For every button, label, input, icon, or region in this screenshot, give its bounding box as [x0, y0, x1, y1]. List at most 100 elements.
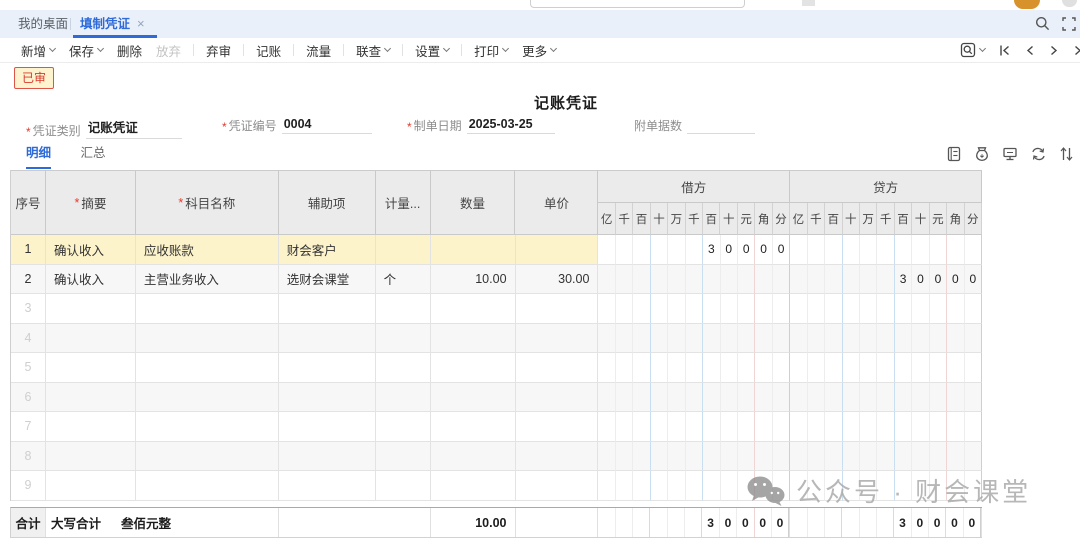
digit-cell[interactable]: 0	[721, 235, 738, 265]
toolbar-item[interactable]: 更多	[522, 41, 556, 60]
digit-cell[interactable]	[773, 442, 790, 472]
toolbar-item[interactable]: 联查	[356, 41, 390, 60]
digit-cell[interactable]	[860, 442, 877, 472]
digit-cell[interactable]	[912, 412, 929, 442]
digit-cell[interactable]	[843, 294, 860, 324]
digit-cell[interactable]	[668, 324, 685, 354]
digit-cell[interactable]	[947, 383, 964, 413]
cell-no[interactable]: 5	[11, 353, 46, 383]
cell-account[interactable]	[136, 412, 279, 442]
cell-unit[interactable]	[376, 294, 431, 324]
digit-cell[interactable]	[947, 353, 964, 383]
cell-price[interactable]	[516, 471, 599, 501]
digit-cell[interactable]	[947, 294, 964, 324]
top-search-box[interactable]	[530, 0, 745, 8]
digit-cell[interactable]	[738, 294, 755, 324]
digit-cell[interactable]	[808, 508, 825, 537]
cell-unit[interactable]	[376, 442, 431, 472]
digit-cell[interactable]	[825, 508, 842, 537]
digit-cell[interactable]	[895, 235, 912, 265]
digit-cell[interactable]	[686, 324, 703, 354]
zoom-tool-button[interactable]	[960, 42, 985, 58]
digit-cell[interactable]	[790, 508, 807, 537]
cell-price[interactable]	[516, 324, 599, 354]
digit-cell[interactable]	[668, 294, 685, 324]
digit-cell[interactable]: 0	[946, 508, 963, 537]
cell-qty[interactable]	[431, 353, 516, 383]
digit-cell[interactable]	[598, 294, 615, 324]
digit-cell[interactable]	[721, 294, 738, 324]
digit-cell[interactable]	[808, 471, 825, 501]
cell-summary[interactable]	[46, 324, 136, 354]
cell-unit[interactable]	[376, 324, 431, 354]
digit-cell[interactable]	[843, 383, 860, 413]
cell-price[interactable]	[516, 235, 599, 265]
voucher-number-input[interactable]: 0004	[282, 117, 372, 134]
close-icon[interactable]: ×	[137, 16, 145, 31]
digit-cell[interactable]	[773, 294, 790, 324]
cell-summary[interactable]	[46, 471, 136, 501]
digit-cell[interactable]: 0	[930, 265, 947, 295]
monitor-icon[interactable]	[1002, 146, 1018, 162]
digit-cell[interactable]	[738, 324, 755, 354]
digit-cell[interactable]	[947, 412, 964, 442]
last-page-icon[interactable]	[1073, 44, 1080, 57]
digit-cell[interactable]	[738, 265, 755, 295]
digit-cell[interactable]	[651, 324, 668, 354]
digit-cell[interactable]: 0	[912, 508, 929, 537]
digit-cell[interactable]	[738, 442, 755, 472]
cell-qty[interactable]	[431, 442, 516, 472]
cell-account[interactable]	[136, 383, 279, 413]
digit-cell[interactable]	[773, 265, 790, 295]
digit-cell[interactable]	[633, 324, 650, 354]
digit-cell[interactable]	[895, 294, 912, 324]
cell-qty[interactable]	[431, 294, 516, 324]
digit-cell[interactable]: 0	[912, 265, 929, 295]
exchange-icon[interactable]	[1030, 146, 1047, 162]
digit-cell[interactable]	[877, 235, 894, 265]
cell-summary[interactable]	[46, 412, 136, 442]
digit-cell[interactable]	[686, 442, 703, 472]
digit-cell[interactable]	[790, 412, 807, 442]
voucher-date-input[interactable]: 2025-03-25	[467, 117, 555, 134]
digit-cell[interactable]	[773, 324, 790, 354]
cell-qty[interactable]	[431, 235, 516, 265]
digit-cell[interactable]	[633, 265, 650, 295]
cell-account[interactable]	[136, 324, 279, 354]
money-bag-icon[interactable]	[974, 146, 990, 162]
digit-cell[interactable]	[633, 412, 650, 442]
cell-summary[interactable]	[46, 353, 136, 383]
digit-cell[interactable]	[895, 324, 912, 354]
cell-price[interactable]: 30.00	[516, 265, 599, 295]
cell-aux[interactable]	[279, 294, 376, 324]
digit-cell[interactable]	[703, 265, 720, 295]
toolbar-item[interactable]: 放弃	[156, 41, 181, 60]
digit-cell[interactable]	[651, 412, 668, 442]
digit-cell[interactable]	[616, 265, 633, 295]
digit-cell[interactable]	[877, 442, 894, 472]
digit-cell[interactable]	[616, 294, 633, 324]
digit-cell[interactable]	[895, 353, 912, 383]
digit-cell[interactable]	[721, 383, 738, 413]
digit-cell[interactable]: 0	[738, 235, 755, 265]
digit-cell[interactable]	[755, 324, 772, 354]
digit-cell[interactable]	[598, 353, 615, 383]
digit-cell[interactable]	[877, 324, 894, 354]
digit-cell[interactable]	[755, 353, 772, 383]
digit-cell[interactable]	[755, 265, 772, 295]
toolbar-item[interactable]: 打印	[474, 41, 508, 60]
digit-cell[interactable]	[773, 353, 790, 383]
digit-cell[interactable]	[633, 442, 650, 472]
cell-unit[interactable]	[376, 383, 431, 413]
cell-no[interactable]: 1	[11, 235, 46, 265]
digit-cell[interactable]	[825, 353, 842, 383]
digit-cell[interactable]	[616, 412, 633, 442]
digit-cell[interactable]	[686, 412, 703, 442]
digit-cell[interactable]	[843, 235, 860, 265]
digit-cell[interactable]	[912, 294, 929, 324]
toolbar-item[interactable]: 删除	[117, 41, 142, 60]
digit-cell[interactable]	[668, 353, 685, 383]
digit-cell[interactable]	[686, 353, 703, 383]
cell-aux[interactable]: 选财会课堂	[279, 265, 376, 295]
digit-cell[interactable]	[668, 442, 685, 472]
